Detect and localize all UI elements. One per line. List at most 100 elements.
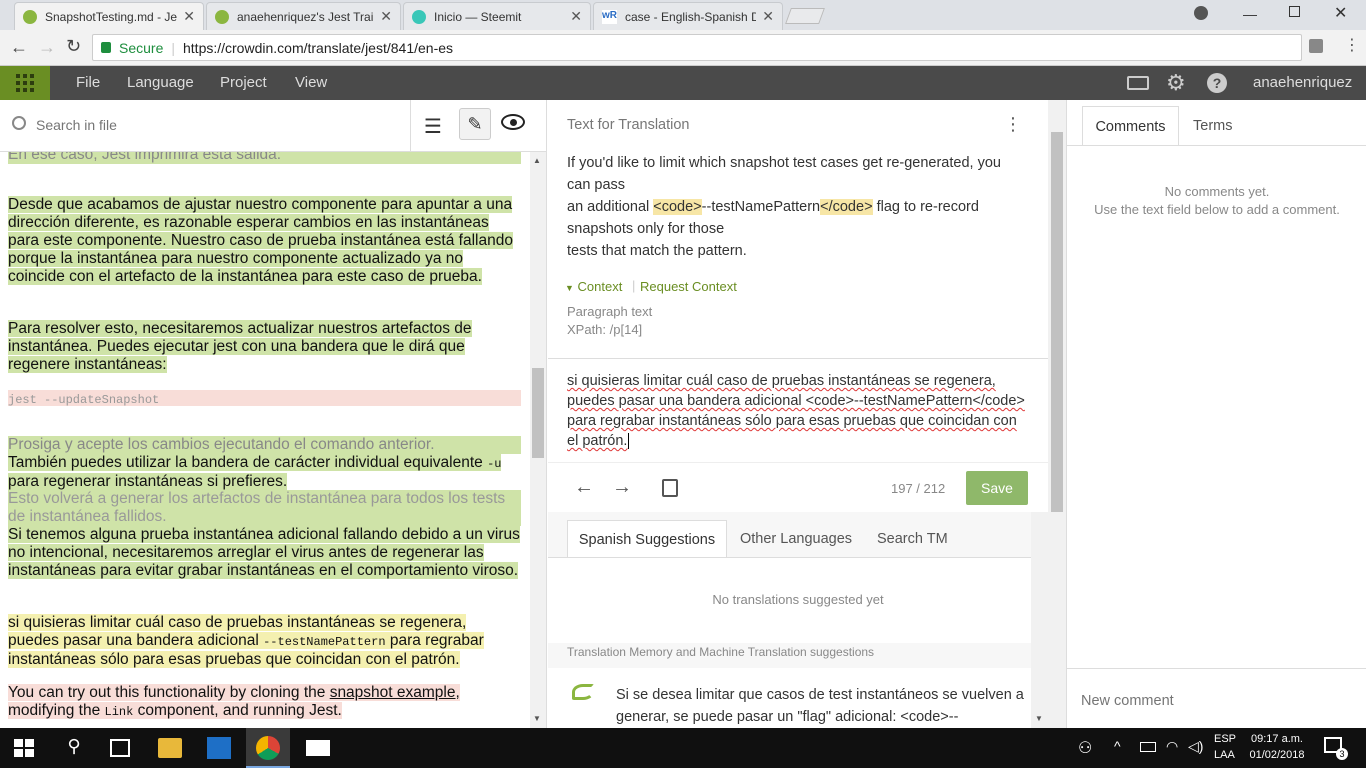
paragraph[interactable]: Esto volverá a generar los artefactos de…: [8, 490, 521, 526]
keyboard-icon[interactable]: [1127, 76, 1149, 90]
menu-view[interactable]: View: [295, 74, 327, 91]
minimize-icon[interactable]: —: [1243, 6, 1257, 22]
paragraph[interactable]: You can try out this functionality by cl…: [8, 684, 521, 721]
next-string-icon[interactable]: →: [612, 476, 632, 499]
caret-down-icon: ▼: [565, 283, 574, 293]
tab-other-languages[interactable]: Other Languages: [740, 531, 852, 547]
tab-title: case - English-Spanish D: [625, 9, 757, 24]
store-icon[interactable]: [207, 737, 231, 759]
paragraph-selected[interactable]: si quisieras limitar cuál caso de prueba…: [8, 614, 521, 669]
keyboard-layout[interactable]: LAA: [1214, 749, 1235, 761]
tab-search-tm[interactable]: Search TM: [877, 531, 948, 547]
middle-scrollbar[interactable]: [1048, 100, 1066, 728]
apps-grid-button[interactable]: [0, 66, 50, 100]
address-bar[interactable]: Secure | https://crowdin.com/translate/j…: [92, 34, 1302, 61]
profile-icon[interactable]: [1194, 6, 1208, 20]
menu-language[interactable]: Language: [127, 74, 194, 91]
request-context-link[interactable]: Request Context: [640, 279, 737, 294]
list-view-icon[interactable]: ☰: [424, 114, 442, 139]
scrollbar-thumb[interactable]: [1051, 132, 1063, 512]
paragraph[interactable]: Para resolver esto, necesitaremos actual…: [8, 320, 521, 374]
save-button[interactable]: Save: [966, 471, 1028, 505]
copy-source-icon[interactable]: [662, 479, 678, 497]
search-icon[interactable]: ⚲: [62, 736, 86, 760]
back-icon[interactable]: ←: [10, 37, 28, 58]
search-bar: ☰ ✎: [0, 100, 547, 152]
context-toggle[interactable]: ▼ Context: [565, 279, 622, 294]
more-options-icon[interactable]: ⋮: [1004, 114, 1022, 135]
paragraph[interactable]: También puedes utilizar la bandera de ca…: [8, 454, 521, 491]
browser-tab-1[interactable]: SnapshotTesting.md - Jes ✕: [14, 2, 204, 30]
scroll-up-icon[interactable]: ▲: [533, 156, 541, 165]
close-icon[interactable]: ✕: [570, 8, 582, 25]
tm-suggestion-row[interactable]: Si se desea limitar que casos de test in…: [548, 668, 1048, 728]
file-preview-panel: ☰ ✎ En ese caso, Jest imprimirá esta sal…: [0, 100, 547, 728]
snapshot-example-link[interactable]: snapshot example: [330, 684, 456, 701]
close-icon[interactable]: ✕: [183, 8, 195, 25]
mail-icon[interactable]: [306, 740, 330, 756]
wifi-icon[interactable]: ◠: [1166, 738, 1178, 755]
scrollbar[interactable]: ▲ ▼: [530, 152, 546, 728]
close-icon[interactable]: ✕: [380, 8, 392, 25]
clock-date[interactable]: 01/02/2018: [1247, 749, 1307, 761]
help-icon[interactable]: ?: [1207, 73, 1227, 93]
close-icon[interactable]: ✕: [762, 8, 774, 25]
menu-file[interactable]: File: [76, 74, 100, 91]
clock-time[interactable]: 09:17 a.m.: [1247, 733, 1307, 745]
search-input[interactable]: [36, 113, 396, 137]
paragraph[interactable]: Desde que acabamos de ajustar nuestro co…: [8, 196, 521, 286]
translation-textarea[interactable]: si quisieras limitar cuál caso de prueba…: [567, 371, 1027, 451]
gear-icon[interactable]: ⚙: [1166, 70, 1186, 96]
preview-eye-icon[interactable]: [501, 114, 525, 130]
paragraph-text: Desde que acabamos de ajustar nuestro co…: [8, 196, 513, 285]
tm-suggestion-text: Si se desea limitar que casos de test in…: [616, 687, 1024, 725]
scroll-down-icon[interactable]: ▼: [1035, 714, 1043, 723]
code-block[interactable]: jest --updateSnapshot: [8, 390, 521, 407]
new-comment-input[interactable]: [1081, 688, 1351, 714]
tab-terms[interactable]: Terms: [1193, 118, 1232, 134]
divider: |: [171, 39, 175, 56]
divider: [548, 462, 1048, 463]
reload-icon[interactable]: ↻: [66, 36, 81, 57]
previous-string-icon[interactable]: ←: [574, 476, 594, 499]
paragraph[interactable]: Si tenemos alguna prueba instantánea adi…: [8, 526, 521, 580]
windows-start-icon[interactable]: [12, 736, 36, 760]
edit-mode-button[interactable]: ✎: [459, 108, 491, 140]
scrollbar-thumb[interactable]: [532, 368, 544, 458]
no-comments-text: No comments yet.: [1164, 184, 1270, 199]
paragraph[interactable]: Prosiga y acepte los cambios ejecutando …: [8, 436, 521, 454]
maximize-icon[interactable]: [1289, 6, 1300, 17]
extension-icon[interactable]: [1309, 39, 1323, 53]
secure-label: Secure: [119, 39, 164, 56]
volume-icon[interactable]: ◁): [1188, 738, 1203, 755]
browser-menu-icon[interactable]: ⋮: [1344, 35, 1360, 55]
lock-icon: [101, 42, 111, 53]
wordreference-favicon-icon: wR: [602, 9, 617, 24]
window-close-icon[interactable]: ✕: [1334, 3, 1347, 23]
comments-panel: Comments Terms No comments yet. Use the …: [1066, 100, 1366, 728]
chrome-taskbar-button[interactable]: [246, 728, 290, 768]
battery-icon[interactable]: [1140, 742, 1156, 752]
translation-text: si quisieras limitar cuál caso de prueba…: [567, 373, 1025, 449]
new-tab-button[interactable]: [785, 8, 825, 24]
browser-tab-3[interactable]: Inicio — Steemit ✕: [403, 2, 591, 30]
suggestions-scrollbar[interactable]: ▼: [1031, 512, 1048, 728]
translation-panel: Text for Translation ⋮ If you'd like to …: [548, 100, 1048, 728]
source-line: an additional <code>--testNamePattern</c…: [567, 199, 979, 237]
forward-icon[interactable]: →: [38, 37, 56, 58]
browser-tab-2[interactable]: anaehenriquez's Jest Trai ✕: [206, 2, 401, 30]
browser-tab-4[interactable]: wR case - English-Spanish D ✕: [593, 2, 783, 30]
menu-project[interactable]: Project: [220, 74, 267, 91]
paragraph[interactable]: En ese caso, Jest imprimirá esta salida:: [8, 152, 521, 164]
file-explorer-icon[interactable]: [158, 738, 182, 758]
tab-comments[interactable]: Comments: [1082, 106, 1179, 146]
username[interactable]: anaehenriquez: [1253, 74, 1352, 91]
tray-arrow-icon[interactable]: ^: [1114, 738, 1121, 754]
task-view-icon[interactable]: [110, 739, 130, 757]
people-icon[interactable]: ⚇: [1078, 738, 1092, 758]
pencil-icon: ✎: [467, 113, 483, 134]
scroll-down-icon[interactable]: ▼: [533, 714, 541, 723]
tab-spanish-suggestions[interactable]: Spanish Suggestions: [567, 520, 727, 558]
language-code[interactable]: ESP: [1214, 733, 1236, 745]
source-text: If you'd like to limit which snapshot te…: [567, 152, 1027, 262]
